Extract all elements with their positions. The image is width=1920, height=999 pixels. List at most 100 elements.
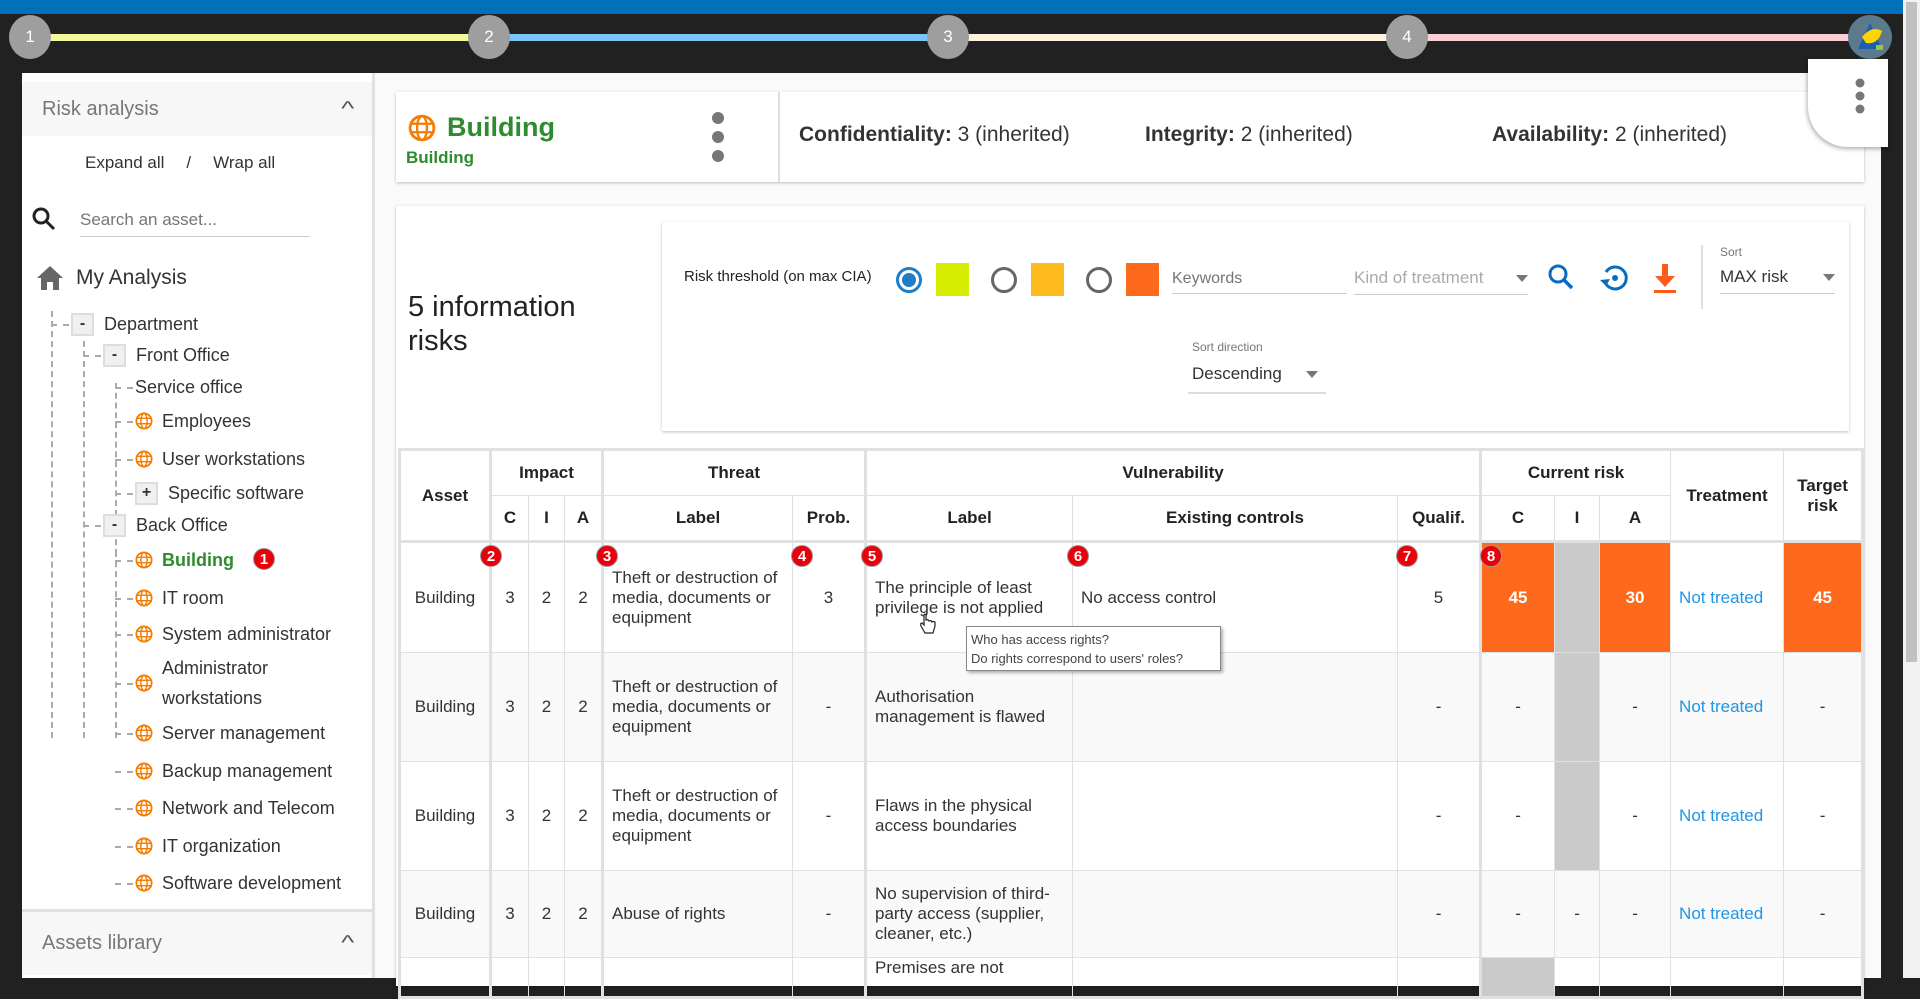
step-1[interactable]: 1 — [9, 15, 51, 59]
cell-i: 2 — [528, 870, 565, 958]
tree-item[interactable]: - Back Office — [103, 512, 228, 538]
integrity-value: 2 (inherited) — [1240, 123, 1353, 146]
tree-root-my-analysis[interactable]: My Analysis — [36, 265, 187, 291]
tree-item[interactable]: Software development — [135, 870, 341, 896]
tree-item[interactable]: Employees — [135, 408, 251, 434]
table-row[interactable]: Building 3 2 2 Abuse of rights - No supervisio… — [399, 870, 1864, 958]
cell-treatment[interactable]: Not treated — [1670, 761, 1785, 871]
search-icon — [32, 207, 56, 231]
tree-item[interactable]: Administrator workstations — [135, 653, 292, 713]
search-icon[interactable] — [1546, 262, 1576, 292]
cell-treatment[interactable]: Not treated — [1670, 541, 1785, 653]
page-scrollbar-thumb[interactable] — [1906, 2, 1917, 662]
tree-item[interactable]: User workstations — [135, 446, 305, 472]
tree-item-label: Backup management — [162, 760, 333, 781]
cell-a: 2 — [563, 870, 604, 958]
availability-label: Availability: — [1492, 123, 1610, 146]
globe-icon — [135, 837, 153, 855]
header-impact-a[interactable]: A — [563, 495, 604, 542]
tree-item-label: Employees — [162, 410, 252, 431]
expand-all-link[interactable]: Expand all — [85, 153, 164, 173]
cell-a: 2 — [563, 761, 604, 871]
cell-prob: - — [792, 870, 867, 958]
threshold-radio-1[interactable] — [896, 266, 922, 293]
wrap-all-link[interactable]: Wrap all — [213, 153, 275, 173]
assets-library-panel-header[interactable]: Assets library ^ — [22, 909, 372, 975]
tooltip-line: Do rights correspond to users' roles? — [971, 651, 1184, 666]
cell-vuln: Flaws in the physical access boundaries — [864, 761, 1074, 871]
tree-item[interactable]: Building — [135, 547, 234, 573]
tree-item[interactable]: Service office — [135, 374, 243, 400]
stepper-connector — [957, 34, 1396, 41]
tree-item[interactable]: - Department — [71, 311, 198, 337]
header-impact-i[interactable]: I — [528, 495, 565, 542]
threshold-radio-3[interactable] — [1086, 266, 1112, 293]
header-prob[interactable]: Prob. — [792, 495, 867, 542]
tree-guide-line — [115, 683, 133, 685]
collapse-toggle[interactable]: - — [103, 343, 126, 367]
cell-ri — [1554, 652, 1601, 762]
tree-item[interactable]: IT organization — [135, 833, 281, 859]
tree-guide-line — [51, 311, 53, 738]
reset-icon[interactable] — [1598, 262, 1630, 294]
cell-ri — [1554, 761, 1601, 871]
collapse-toggle[interactable]: - — [103, 513, 126, 537]
cell-c: 3 — [489, 761, 529, 871]
threshold-radio-2[interactable] — [991, 266, 1017, 293]
tree-item[interactable]: - Front Office — [103, 342, 230, 368]
tree-item-label: Software development — [162, 872, 342, 893]
search-asset-input[interactable] — [80, 203, 310, 237]
tree-guide-line — [115, 808, 133, 810]
header-threat: Threat — [601, 449, 867, 496]
tree-guide-line — [115, 387, 133, 389]
kebab-menu-icon — [1855, 78, 1865, 114]
confidentiality-value: 3 (inherited) — [957, 123, 1070, 146]
globe-icon — [135, 412, 153, 430]
collapse-toggle[interactable]: - — [71, 312, 94, 336]
sort-select[interactable]: MAX risk — [1720, 267, 1835, 294]
cell-c: 32 — [480, 541, 529, 653]
cell-c: 3 — [489, 870, 529, 958]
cell-c: 3 — [489, 652, 529, 762]
table-row[interactable]: Building 3 2 2 Theft or destruction of media… — [399, 761, 1864, 871]
header-risk-a[interactable]: A — [1599, 495, 1672, 542]
tree-item-label: Server management — [162, 722, 326, 743]
header-risk-i[interactable]: I — [1554, 495, 1601, 542]
step-2[interactable]: 2 — [468, 15, 510, 59]
expand-toggle[interactable]: + — [135, 481, 158, 505]
tree-guide-line — [115, 733, 133, 735]
cell-treatment[interactable]: Not treated — [1670, 652, 1785, 762]
tree-item[interactable]: IT room — [135, 585, 224, 611]
step-3[interactable]: 3 — [927, 15, 969, 59]
floating-menu-button[interactable] — [1808, 59, 1888, 147]
tree-item[interactable]: + Specific software — [135, 480, 304, 506]
header-vuln-label[interactable]: Label — [864, 495, 1074, 542]
tree-item[interactable]: Network and Telecom — [135, 795, 335, 821]
step-badge: 8 — [1480, 545, 1503, 567]
header-qualif[interactable]: Qualif. — [1397, 495, 1482, 542]
header-risk-c[interactable]: C — [1479, 495, 1556, 542]
cell-treatment[interactable]: Not treated — [1670, 870, 1785, 958]
kebab-menu-icon[interactable] — [710, 111, 726, 163]
tree-item[interactable]: Server management — [135, 720, 325, 746]
tree-item[interactable]: Backup management — [135, 758, 332, 784]
header-existing-controls[interactable]: Existing controls — [1072, 495, 1399, 542]
risk-analysis-panel-header[interactable]: Risk analysis ^ — [22, 82, 372, 136]
step-4[interactable]: 4 — [1386, 15, 1428, 59]
globe-icon — [135, 762, 153, 780]
download-icon[interactable] — [1652, 262, 1678, 294]
keywords-input[interactable] — [1172, 264, 1347, 294]
sort-value: MAX risk — [1720, 267, 1788, 286]
tree-guide-line — [115, 883, 133, 885]
chevron-up-icon[interactable]: ^ — [341, 932, 354, 955]
sort-direction-select[interactable]: Descending — [1188, 364, 1326, 394]
tree-guide-line — [83, 355, 101, 357]
app-logo-avatar[interactable] — [1848, 15, 1892, 59]
header-impact-c[interactable]: C — [489, 495, 529, 542]
tree-item[interactable]: System administrator — [135, 621, 331, 647]
kind-of-treatment-select[interactable]: Kind of treatment — [1354, 268, 1528, 295]
chevron-up-icon[interactable]: ^ — [341, 98, 354, 121]
header-threat-label[interactable]: Label — [601, 495, 794, 542]
cell-target: 45 — [1783, 541, 1864, 653]
tree-guide-line — [115, 551, 117, 738]
